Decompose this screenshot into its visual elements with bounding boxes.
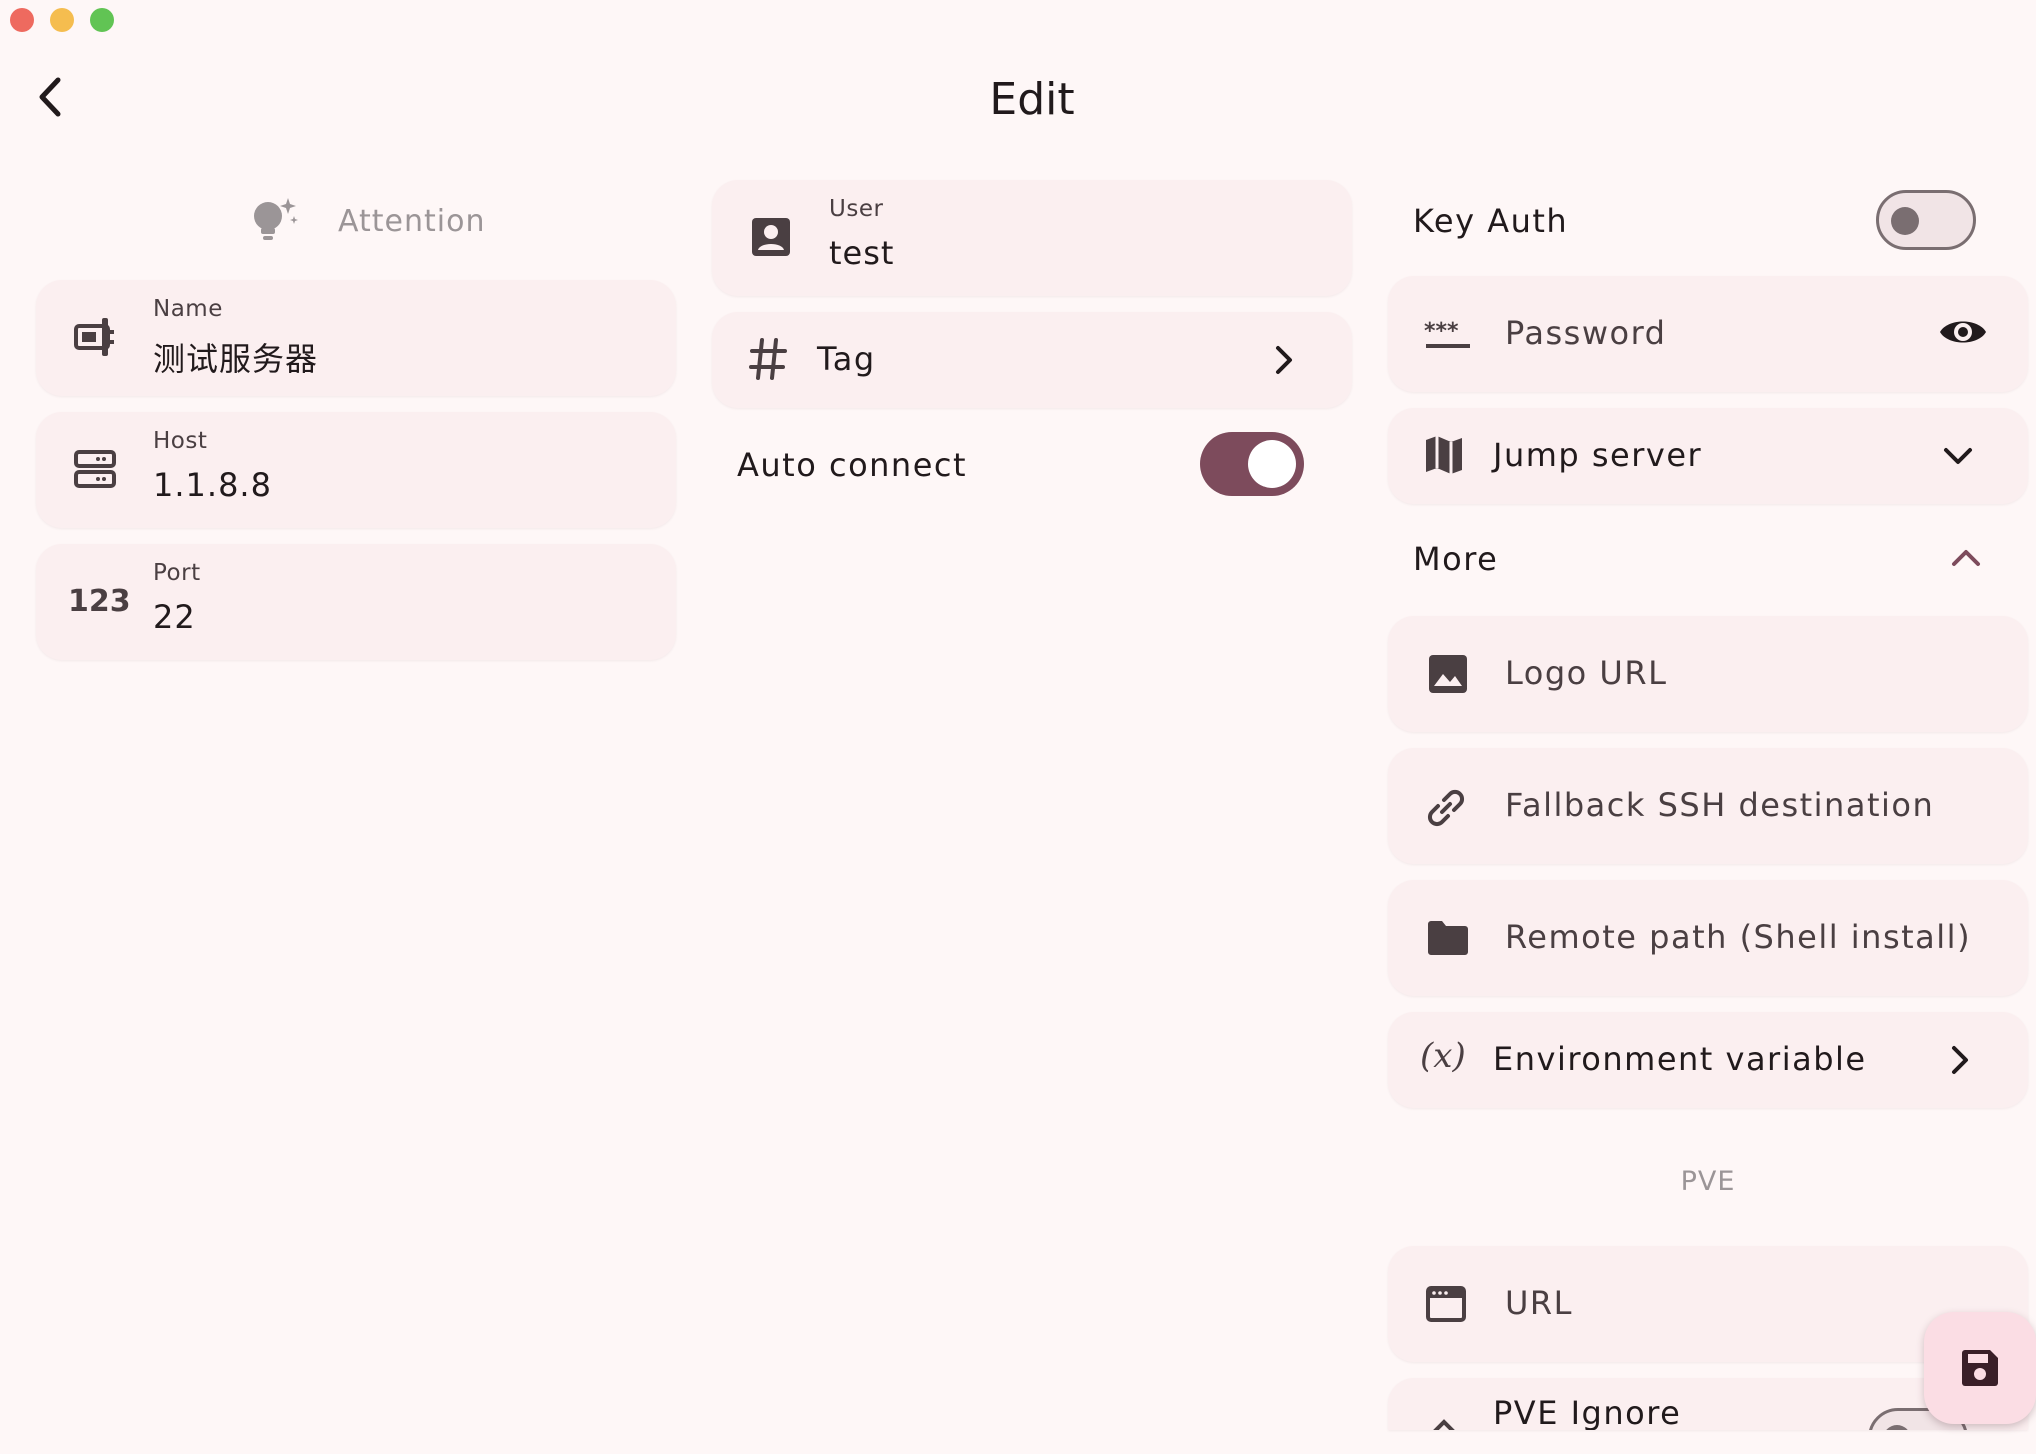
switch-knob [1883, 1425, 1911, 1430]
env-variable-label: Environment variable [1493, 1040, 1867, 1078]
password-placeholder: Password [1505, 314, 1667, 352]
jump-server-row[interactable]: Jump server [1388, 408, 2028, 504]
auto-connect-switch[interactable] [1200, 432, 1304, 496]
pve-ignore-icon [1426, 1418, 1462, 1430]
name-field[interactable]: Name 测试服务器 [36, 280, 676, 396]
port-field[interactable]: 123 Port 22 [36, 544, 676, 660]
logo-url-field[interactable]: Logo URL [1388, 616, 2028, 732]
switch-knob [1248, 440, 1296, 488]
logo-url-placeholder: Logo URL [1505, 654, 1668, 692]
badge-icon [70, 312, 120, 362]
window-close-button[interactable] [10, 8, 34, 32]
map-icon [1424, 434, 1464, 476]
lightbulb-sparkle-icon [246, 196, 302, 246]
window-zoom-button[interactable] [90, 8, 114, 32]
save-fab[interactable] [1924, 1312, 2036, 1424]
chevron-right-icon [1268, 342, 1298, 378]
pve-section-title: PVE [1680, 1166, 1736, 1197]
fallback-ssh-placeholder: Fallback SSH destination [1505, 786, 1935, 824]
chevron-down-icon [1940, 440, 1976, 470]
hash-icon [748, 336, 788, 382]
jump-server-label: Jump server [1493, 436, 1703, 474]
host-field-label: Host [153, 428, 208, 454]
key-auth-switch[interactable] [1876, 190, 1976, 250]
remote-path-placeholder: Remote path (Shell install) [1505, 918, 1972, 956]
chevron-up-icon [1948, 544, 1984, 574]
host-field[interactable]: Host 1.1.8.8 [36, 412, 676, 528]
web-window-icon [1426, 1286, 1466, 1322]
tag-row[interactable]: Tag [712, 312, 1352, 408]
server-icon [70, 444, 120, 494]
host-field-value: 1.1.8.8 [153, 466, 272, 504]
chevron-right-icon [1944, 1042, 1974, 1078]
env-variable-row[interactable]: (x) Environment variable [1388, 1012, 2028, 1108]
function-variable-icon: (x) [1420, 1036, 1466, 1076]
port-field-value: 22 [153, 598, 196, 636]
tag-label: Tag [817, 340, 876, 378]
user-field-label: User [829, 196, 884, 222]
user-field[interactable]: User test [712, 180, 1352, 296]
account-box-icon [748, 214, 794, 260]
name-field-label: Name [153, 296, 223, 322]
svg-text:***: *** [1424, 319, 1459, 344]
port-field-label: Port [153, 560, 201, 586]
image-icon [1428, 654, 1468, 694]
eye-icon[interactable] [1938, 314, 1988, 350]
more-label: More [1413, 540, 1499, 578]
save-icon [1960, 1348, 2000, 1388]
password-icon: *** [1424, 318, 1472, 350]
folder-icon [1426, 920, 1470, 956]
remote-path-field[interactable]: Remote path (Shell install) [1388, 880, 2028, 996]
attention-tip: Attention [246, 196, 546, 246]
fallback-ssh-field[interactable]: Fallback SSH destination [1388, 748, 2028, 864]
password-field[interactable]: *** Password [1388, 276, 2028, 392]
key-auth-label: Key Auth [1413, 202, 1569, 240]
url-placeholder: URL [1505, 1284, 1573, 1322]
switch-knob [1891, 207, 1919, 235]
name-field-value: 测试服务器 [153, 340, 319, 378]
window-minimize-button[interactable] [50, 8, 74, 32]
user-field-value: test [829, 234, 895, 272]
link-icon [1424, 786, 1468, 830]
numeric-123-icon: 123 [68, 584, 131, 619]
more-section-header[interactable]: More [1388, 530, 2028, 590]
page-title: Edit [989, 74, 1075, 125]
attention-label: Attention [338, 204, 486, 239]
pve-ignore-label: PVE Ignore [1493, 1394, 1682, 1430]
auto-connect-label: Auto connect [737, 446, 968, 484]
